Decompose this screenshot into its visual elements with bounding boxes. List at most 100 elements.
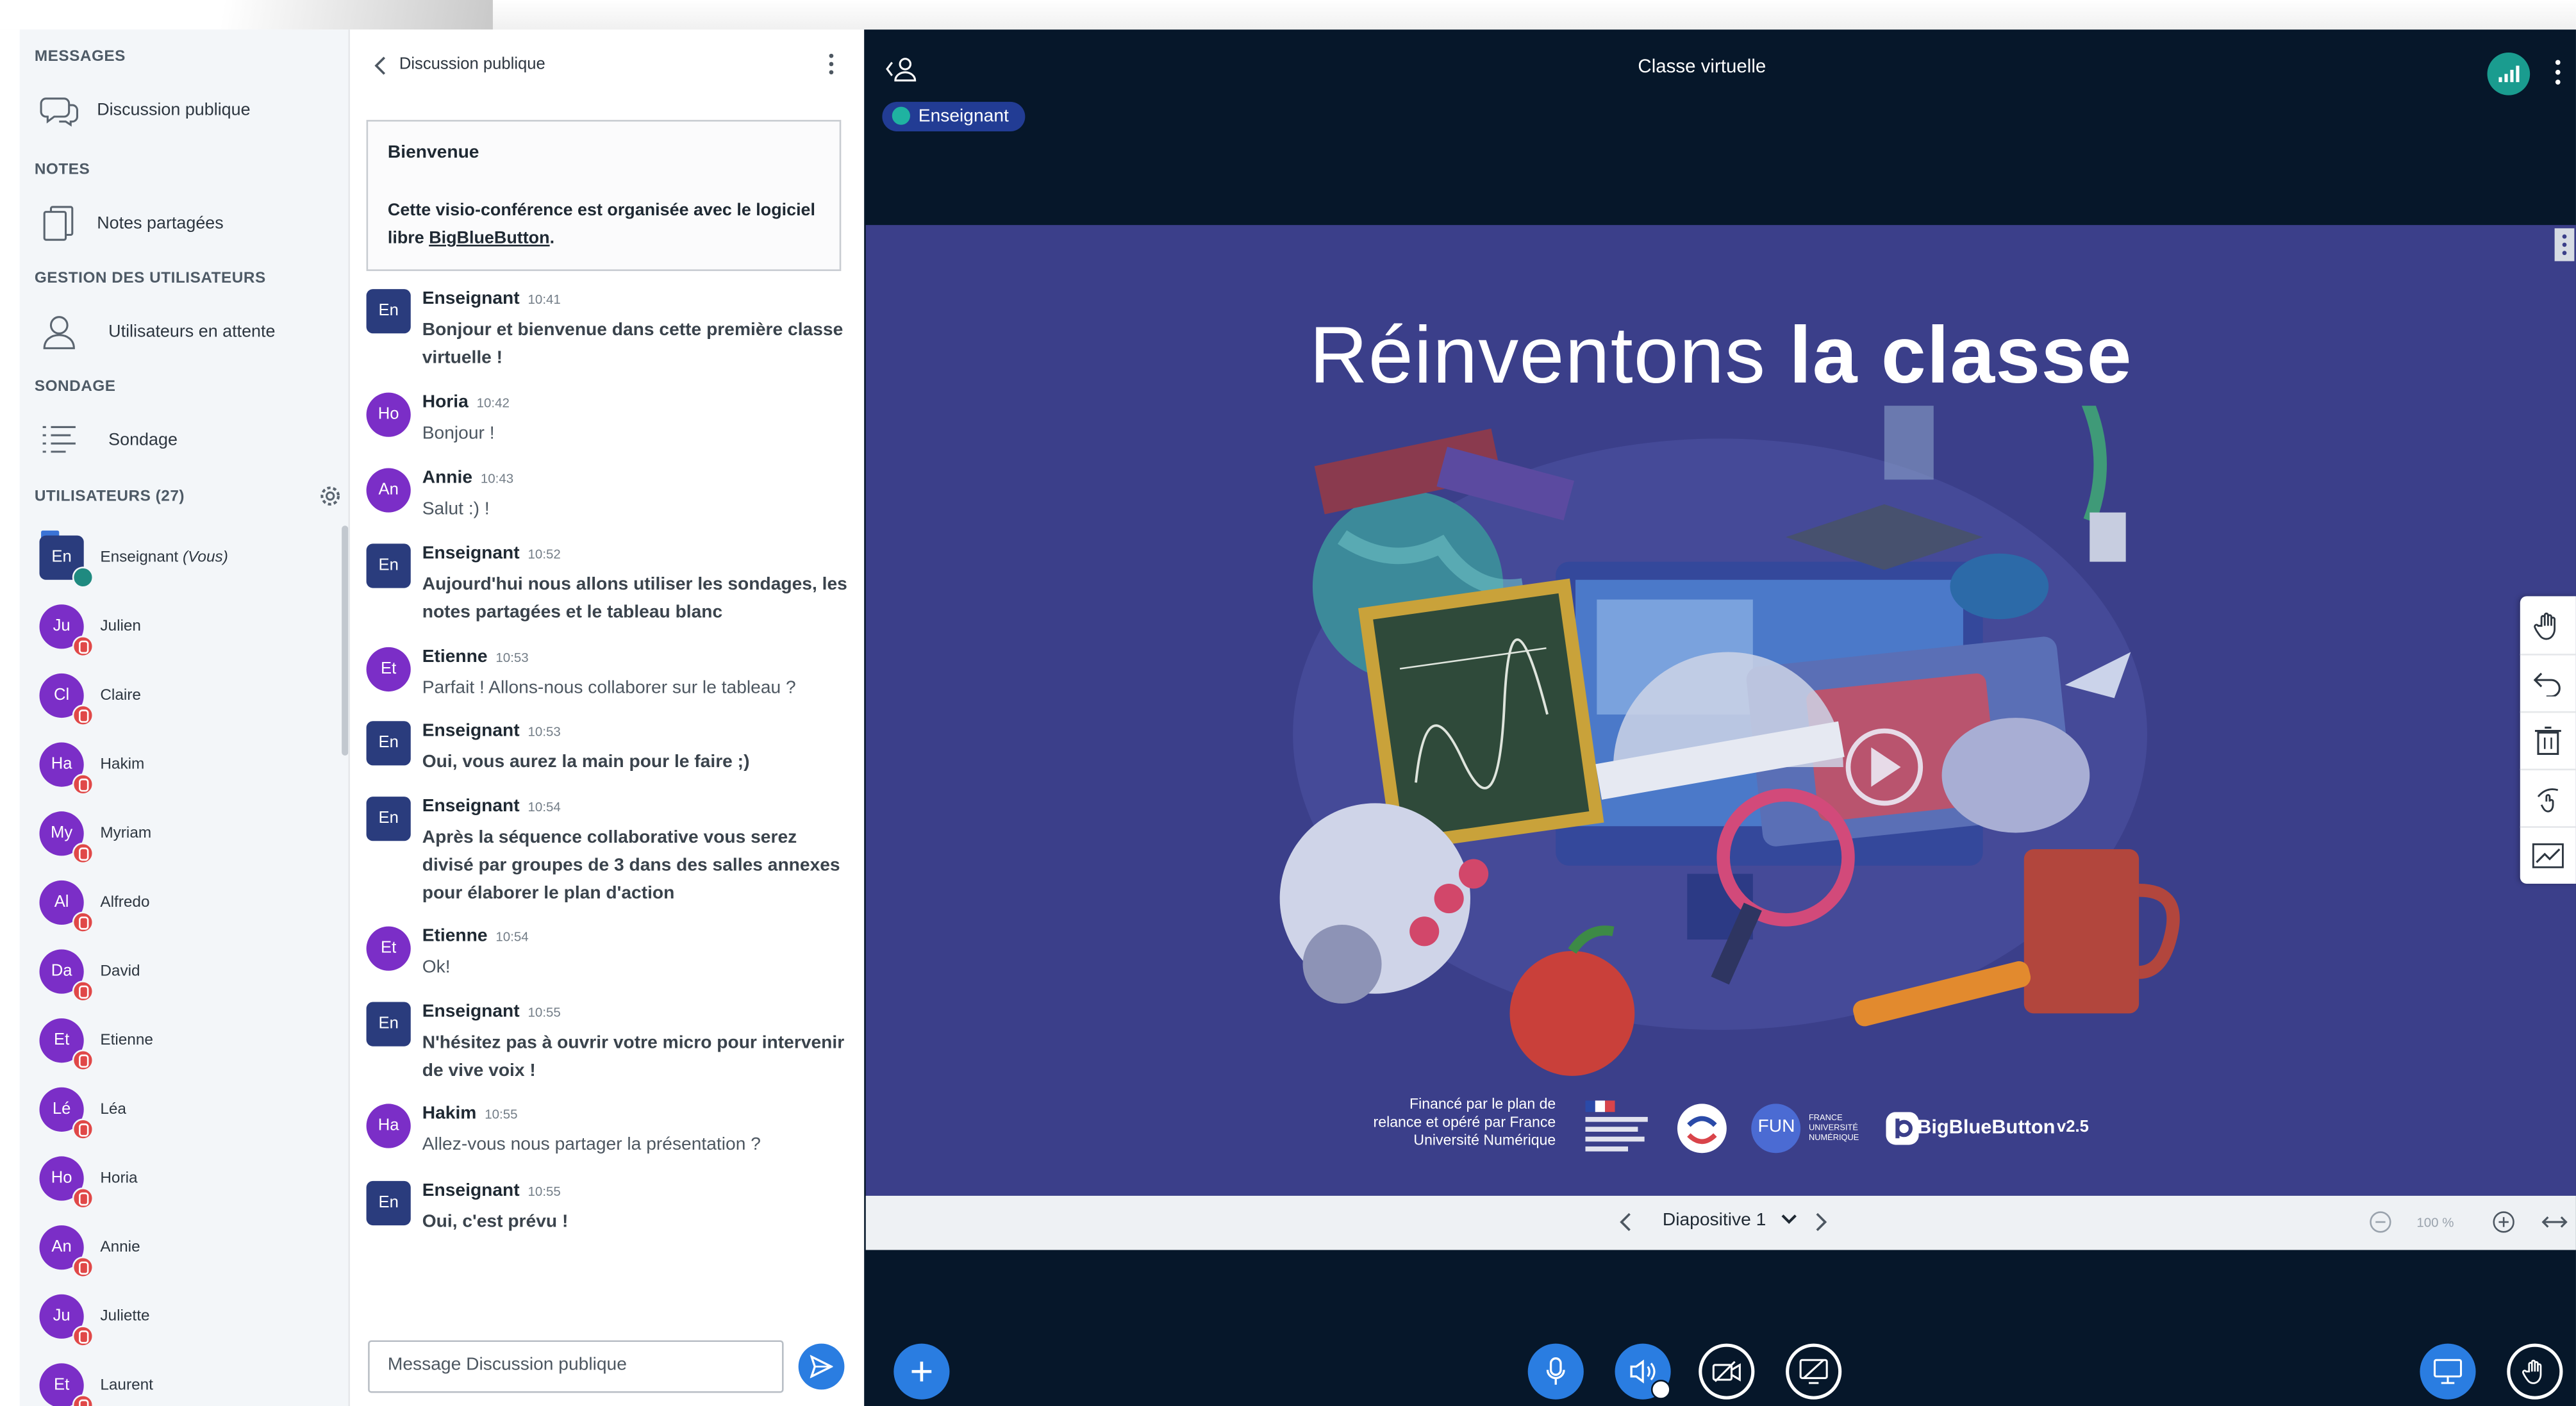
main-area: Classe virtuelle Enseignant Réinventons … bbox=[864, 29, 2576, 1406]
user-name-text: Julien bbox=[100, 617, 141, 636]
notes-icon bbox=[40, 204, 79, 244]
user-list-item[interactable]: En Enseignant (Vous) bbox=[20, 529, 349, 588]
clear-annotations-button[interactable] bbox=[2520, 711, 2576, 771]
user-list-item[interactable]: Ju Julien bbox=[20, 604, 349, 658]
avatar: En bbox=[366, 1180, 411, 1226]
hand-icon bbox=[2534, 611, 2556, 640]
user-list-item[interactable]: Da David bbox=[20, 949, 349, 1002]
user-list-item[interactable]: Ho Horia bbox=[20, 1156, 349, 1209]
message-sender: Enseignant 10:55 bbox=[422, 1181, 561, 1201]
chat-message-input[interactable] bbox=[369, 1342, 784, 1388]
presentation-toggle-button[interactable] bbox=[2420, 1343, 2476, 1400]
fun-logo: FUN bbox=[1750, 1100, 1802, 1156]
draw-tool-button[interactable] bbox=[2520, 826, 2576, 884]
screen-share-off-icon bbox=[1799, 1359, 1828, 1384]
messages-section-title: MESSAGES bbox=[34, 47, 126, 66]
user-list-item[interactable]: Ju Juliette bbox=[20, 1294, 349, 1347]
hand-tool-button[interactable] bbox=[2520, 596, 2576, 656]
microphone-muted-icon bbox=[72, 1049, 94, 1071]
plus-icon bbox=[911, 1361, 932, 1382]
bbb-logo-text: BigBlueButton bbox=[1917, 1115, 2056, 1139]
more-options-icon[interactable] bbox=[826, 53, 836, 76]
speaker-icon bbox=[1630, 1359, 1656, 1384]
connection-status-button[interactable] bbox=[2487, 53, 2530, 95]
bigbluebutton-link[interactable]: BigBlueButton bbox=[429, 228, 549, 248]
user-list-item[interactable]: My Myriam bbox=[20, 811, 349, 864]
user-list-item[interactable]: Et Etienne bbox=[20, 1018, 349, 1071]
notes-section-title: NOTES bbox=[34, 161, 90, 179]
message-time: 10:55 bbox=[528, 1005, 561, 1020]
user-list-item[interactable]: Cl Claire bbox=[20, 673, 349, 726]
camera-button[interactable] bbox=[1699, 1343, 1755, 1400]
slide-options-button[interactable] bbox=[2554, 228, 2575, 261]
message-text: Parfait ! Allons-nous collaborer sur le … bbox=[422, 678, 796, 699]
user-name: Horia bbox=[100, 1170, 137, 1187]
message-text: Après la séquence collaborative vous ser… bbox=[422, 827, 840, 904]
microphone-muted-icon bbox=[72, 773, 94, 795]
user-name-text: Juliette bbox=[100, 1307, 150, 1326]
multi-user-button[interactable] bbox=[2520, 769, 2576, 828]
previous-slide-icon[interactable] bbox=[1618, 1211, 1635, 1234]
microphone-button[interactable] bbox=[1527, 1343, 1584, 1400]
talking-indicator[interactable]: Enseignant bbox=[882, 101, 1026, 132]
slide-selector[interactable]: Diapositive 1 bbox=[1663, 1211, 1797, 1230]
gear-icon[interactable] bbox=[319, 484, 342, 508]
screen-share-button[interactable] bbox=[1786, 1343, 1842, 1400]
fun-logo-text: FUN bbox=[1757, 1116, 1795, 1137]
user-name: Alfredo bbox=[100, 893, 149, 911]
raise-hand-button[interactable] bbox=[2507, 1343, 2563, 1400]
user-list-item[interactable]: Al Alfredo bbox=[20, 880, 349, 933]
user-name: Juliette bbox=[100, 1307, 149, 1325]
bbb-version: v2.5 bbox=[2057, 1118, 2089, 1137]
next-slide-icon[interactable] bbox=[1812, 1211, 1829, 1234]
microphone-muted-icon bbox=[72, 704, 94, 726]
nav-waiting-users[interactable]: Utilisateurs en attente bbox=[20, 307, 349, 356]
message-text: Salut :) ! bbox=[422, 499, 490, 519]
chevron-left-icon[interactable] bbox=[373, 54, 390, 75]
fun-subtitle: FRANCE UNIVERSITÉ NUMÉRIQUE bbox=[1808, 1113, 1859, 1143]
hand-icon bbox=[2522, 1359, 2542, 1384]
zoom-out-icon[interactable] bbox=[2369, 1211, 2392, 1234]
nav-public-chat[interactable]: Discussion publique bbox=[20, 85, 349, 135]
nav-poll[interactable]: Sondage bbox=[20, 415, 349, 465]
message-sender: Etienne 10:53 bbox=[422, 647, 529, 667]
message-time: 10:53 bbox=[528, 724, 561, 740]
microphone-muted-icon bbox=[72, 980, 94, 1002]
app-root: MESSAGES Discussion publique NOTES Notes… bbox=[0, 0, 2576, 1406]
actions-button[interactable] bbox=[893, 1343, 950, 1400]
presentation-slide[interactable]: Réinventons la classe Financé par le pla… bbox=[865, 225, 2576, 1196]
nav-shared-notes[interactable]: Notes partagées bbox=[20, 199, 349, 248]
microphone-icon bbox=[892, 106, 910, 125]
presentation-toolbar: Diapositive 1 100 % bbox=[865, 1195, 2576, 1250]
sender-name: Enseignant bbox=[422, 797, 520, 816]
user-list-item[interactable]: Ha Hakim bbox=[20, 742, 349, 795]
options-menu-icon[interactable] bbox=[2553, 59, 2563, 85]
sender-name: Hakim bbox=[422, 1104, 477, 1124]
chat-title: Discussion publique bbox=[399, 56, 545, 74]
sender-name: Enseignant bbox=[422, 721, 520, 741]
user-management-section-title: GESTION DES UTILISATEURS bbox=[34, 269, 266, 288]
send-button[interactable] bbox=[798, 1343, 845, 1390]
undo-button[interactable] bbox=[2520, 654, 2576, 713]
user-list-item[interactable]: Et Laurent bbox=[20, 1363, 349, 1406]
audio-settings-indicator[interactable] bbox=[1650, 1380, 1671, 1400]
zoom-in-icon[interactable] bbox=[2492, 1211, 2515, 1234]
message-text: N'hésitez pas à ouvrir votre micro pour … bbox=[422, 1033, 845, 1081]
trash-icon bbox=[2534, 725, 2561, 754]
message-time: 10:43 bbox=[480, 471, 514, 486]
talking-user-name: Enseignant bbox=[918, 106, 1009, 127]
microphone-muted-icon bbox=[72, 911, 94, 933]
user-list-item[interactable]: An Annie bbox=[20, 1225, 349, 1278]
you-label: (Vous) bbox=[182, 549, 228, 567]
pointer-hand-icon bbox=[2537, 787, 2559, 812]
message-sender: Annie 10:43 bbox=[422, 468, 513, 488]
slide-selector-label: Diapositive 1 bbox=[1662, 1211, 1766, 1230]
avatar: En bbox=[366, 721, 411, 766]
fit-width-icon[interactable] bbox=[2541, 1211, 2568, 1234]
audio-button[interactable] bbox=[1615, 1343, 1671, 1400]
user-list-item[interactable]: Lé Léa bbox=[20, 1087, 349, 1140]
user-name-text: Claire bbox=[100, 686, 141, 705]
france-relance-logo bbox=[1674, 1100, 1730, 1156]
message-time: 10:41 bbox=[528, 292, 561, 308]
line-chart-icon bbox=[2532, 842, 2564, 868]
